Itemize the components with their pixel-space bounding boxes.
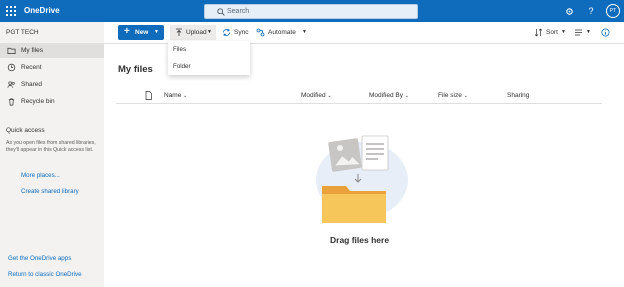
file-list-header: Name ⌄ Modified ⌄ Modified By ⌄ File siz… <box>116 88 602 104</box>
left-sidebar: PGT TECH My files Recent Shared Recycle … <box>0 22 104 287</box>
top-bar: OneDrive Search ? PT <box>0 0 624 22</box>
info-button[interactable] <box>601 25 611 40</box>
column-file-size[interactable]: File size ⌄ <box>438 92 468 99</box>
sync-button[interactable]: Sync <box>222 25 252 40</box>
chevron-down-icon: ▼ <box>207 29 212 35</box>
search-box[interactable]: Search <box>204 4 418 19</box>
sort-icon <box>534 28 543 37</box>
list-view-icon <box>575 29 582 36</box>
upload-menu: Files Folder <box>168 41 250 75</box>
sidebar-item-shared[interactable]: Shared <box>0 77 104 92</box>
info-icon <box>601 28 610 37</box>
chevron-down-icon: ▼ <box>561 29 566 35</box>
classic-onedrive-link[interactable]: Return to classic OneDrive <box>8 271 82 278</box>
chevron-down-icon: ⌄ <box>183 93 188 99</box>
chevron-down-icon: ▼ <box>586 29 591 35</box>
folder-icon <box>7 47 16 55</box>
search-placeholder: Search <box>227 8 250 15</box>
sidebar-item-recent[interactable]: Recent <box>0 60 104 75</box>
sidebar-item-my-files[interactable]: My files <box>0 43 104 58</box>
column-modified-by[interactable]: Modified By ⌄ <box>369 92 409 99</box>
upload-icon <box>176 28 182 36</box>
column-name[interactable]: Name ⌄ <box>164 92 187 99</box>
upload-folder-item[interactable]: Folder <box>173 63 191 70</box>
sidebar-item-recycle-bin[interactable]: Recycle bin <box>0 94 104 109</box>
avatar[interactable]: PT <box>606 4 620 18</box>
file-type-icon[interactable] <box>145 91 152 100</box>
upload-files-item[interactable]: Files <box>173 46 186 53</box>
app-launcher-icon[interactable] <box>6 6 16 16</box>
new-button[interactable]: + New ▼ <box>118 25 164 40</box>
plus-icon: + <box>124 26 130 37</box>
upload-button[interactable]: Upload ▼ <box>170 25 216 40</box>
trash-icon <box>8 98 15 106</box>
chevron-down-icon: ⌄ <box>463 93 468 99</box>
quick-access-title: Quick access <box>6 127 45 134</box>
view-options-button[interactable]: ▼ <box>574 25 594 40</box>
clock-icon <box>7 63 16 72</box>
people-icon <box>7 81 15 88</box>
page-title: My files <box>118 64 153 75</box>
automate-button[interactable]: Automate ▼ <box>256 25 308 40</box>
more-places-link[interactable]: More places... <box>21 172 60 179</box>
create-shared-library-link[interactable]: Create shared library <box>21 188 79 195</box>
column-modified[interactable]: Modified ⌄ <box>301 92 332 99</box>
chevron-down-icon: ⌄ <box>327 93 332 99</box>
chevron-down-icon: ▼ <box>302 29 307 35</box>
search-icon <box>217 8 225 16</box>
quick-access-description: As you open files from shared libraries,… <box>6 140 96 153</box>
sync-icon <box>223 29 230 36</box>
app-title[interactable]: OneDrive <box>24 6 60 15</box>
automate-icon <box>256 28 265 37</box>
get-apps-link[interactable]: Get the OneDrive apps <box>8 255 71 262</box>
help-icon[interactable]: ? <box>584 4 598 18</box>
empty-folder-illustration <box>316 135 408 223</box>
sort-button[interactable]: Sort ▼ <box>534 25 566 40</box>
chevron-down-icon: ▼ <box>154 29 159 35</box>
column-sharing[interactable]: Sharing <box>507 92 529 99</box>
chevron-down-icon: ⌄ <box>404 93 409 99</box>
settings-icon[interactable] <box>562 4 576 18</box>
org-name: PGT TECH <box>6 29 39 36</box>
empty-state-message: Drag files here <box>330 235 390 245</box>
